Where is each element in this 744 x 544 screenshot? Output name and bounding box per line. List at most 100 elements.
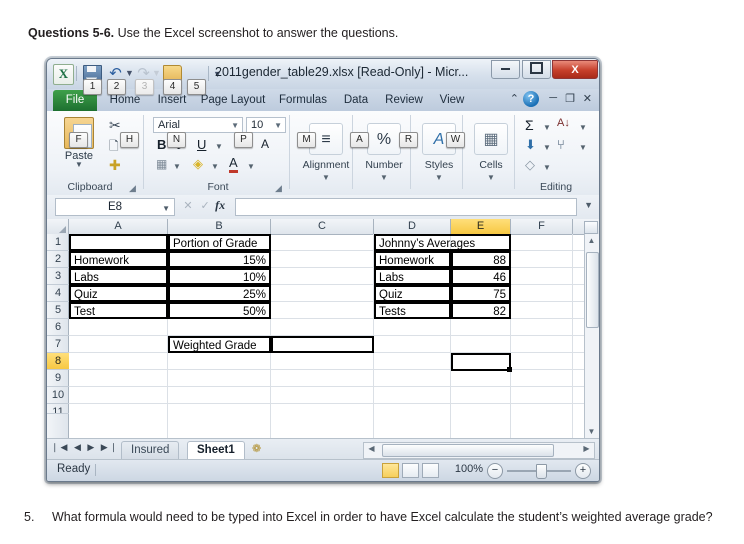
cell-B2[interactable]: 15% — [168, 251, 271, 268]
cell-A4[interactable]: Quiz — [69, 285, 168, 302]
vertical-scrollbar[interactable]: ▲ ▼ — [584, 234, 599, 439]
page-break-view-button[interactable] — [422, 463, 439, 478]
tab-formulas[interactable]: Formulas — [273, 90, 333, 111]
borders-icon[interactable]: ▦ — [156, 157, 167, 171]
sheet-tab-insured[interactable]: Insured — [121, 441, 180, 460]
cell-D3[interactable]: Labs — [374, 268, 451, 285]
row-header-7[interactable]: 7 — [47, 336, 69, 353]
horizontal-scrollbar[interactable]: ◀ ▶ — [363, 442, 595, 459]
borders-dropdown-icon[interactable]: ▼ — [173, 162, 181, 171]
sort-filter-icon[interactable]: A↓ — [557, 117, 570, 129]
cells-dropdown-icon[interactable]: ▼ — [487, 173, 495, 182]
font-color-dropdown-icon[interactable]: ▼ — [247, 162, 255, 171]
cell-area[interactable]: Portion of Grade Johnny’s Averages Homew… — [69, 234, 599, 439]
cell-D5[interactable]: Tests — [374, 302, 451, 319]
cell-D4[interactable]: Quiz — [374, 285, 451, 302]
row-header-10[interactable]: 10 — [47, 387, 69, 404]
cell-A5[interactable]: Test — [69, 302, 168, 319]
paste-dropdown-icon[interactable]: ▼ — [57, 161, 101, 169]
cell-B7[interactable]: Weighted Grade — [168, 336, 271, 353]
name-box[interactable]: E8 ▼ — [55, 198, 175, 216]
fill-icon[interactable]: ⬇ — [525, 137, 536, 153]
clear-dropdown-icon[interactable]: ▼ — [543, 163, 551, 172]
sort-filter-dropdown-icon[interactable]: ▼ — [579, 123, 587, 132]
cancel-formula-icon[interactable]: ✕ — [181, 199, 195, 212]
column-header-e[interactable]: E — [451, 219, 511, 234]
zoom-slider-thumb[interactable] — [536, 464, 547, 479]
font-size-dropdown-icon[interactable]: ▼ — [274, 118, 282, 133]
zoom-out-button[interactable]: − — [487, 463, 503, 479]
document-restore-icon[interactable]: ❐ — [565, 92, 575, 105]
font-size-input[interactable]: 10 ▼ — [246, 117, 286, 133]
number-group-button[interactable]: % — [367, 123, 401, 155]
sheet-nav-buttons[interactable]: ❘◀ ◀ ▶ ▶❘ — [51, 442, 119, 453]
column-header-c[interactable]: C — [271, 219, 374, 234]
ribbon-collapse-icon[interactable]: ⌃ — [510, 92, 519, 105]
formula-input[interactable] — [235, 198, 577, 216]
sheet-tab-sheet1[interactable]: Sheet1 — [187, 441, 245, 460]
formula-bar-expand-icon[interactable]: ▼ — [584, 200, 593, 210]
zoom-in-button[interactable]: + — [575, 463, 591, 479]
clipboard-dialog-launcher[interactable]: ◢ — [129, 183, 138, 193]
cell-C7[interactable] — [271, 336, 374, 353]
select-all-button[interactable] — [47, 219, 69, 234]
window-minimize-button[interactable] — [491, 60, 520, 79]
vertical-split-handle[interactable] — [584, 221, 598, 234]
column-header-a[interactable]: A — [69, 219, 168, 234]
cell-E5[interactable]: 82 — [451, 302, 511, 319]
new-sheet-icon[interactable]: ❁ — [252, 442, 261, 455]
cells-group-button[interactable]: ▦ — [474, 123, 508, 155]
fill-handle[interactable] — [507, 367, 512, 372]
cell-A3[interactable]: Labs — [69, 268, 168, 285]
scroll-up-icon[interactable]: ▲ — [586, 235, 597, 247]
tab-review[interactable]: Review — [379, 90, 429, 111]
enter-formula-icon[interactable]: ✓ — [198, 199, 212, 212]
cell-B3[interactable]: 10% — [168, 268, 271, 285]
cell-A1[interactable] — [69, 234, 168, 251]
font-name-input[interactable]: Arial ▼ — [153, 117, 243, 133]
fill-dropdown-icon[interactable]: ▼ — [543, 143, 551, 152]
row-header-3[interactable]: 3 — [47, 268, 69, 285]
cell-E3[interactable]: 46 — [451, 268, 511, 285]
bold-button[interactable]: B — [157, 137, 166, 152]
number-dropdown-icon[interactable]: ▼ — [380, 173, 388, 182]
insert-function-icon[interactable]: fx — [215, 198, 225, 212]
row-header-11[interactable]: 11 — [47, 404, 69, 414]
row-header-2[interactable]: 2 — [47, 251, 69, 268]
row-header-8[interactable]: 8 — [47, 353, 69, 370]
row-header-4[interactable]: 4 — [47, 285, 69, 302]
copy-icon[interactable]: 🗋 — [109, 137, 119, 158]
tab-page-layout[interactable]: Page Layout — [197, 90, 269, 111]
cell-E2[interactable]: 88 — [451, 251, 511, 268]
vertical-scroll-thumb[interactable] — [586, 252, 599, 328]
help-icon[interactable]: ? — [523, 91, 539, 107]
find-select-icon[interactable]: ⑂ — [557, 137, 565, 152]
underline-dropdown-icon[interactable]: ▼ — [215, 142, 223, 151]
format-painter-icon[interactable]: ✚ — [109, 157, 121, 174]
cell-A2[interactable]: Homework — [69, 251, 168, 268]
scroll-right-icon[interactable]: ▶ — [581, 444, 592, 455]
cell-D1[interactable]: Johnny’s Averages — [374, 234, 511, 251]
tab-view[interactable]: View — [433, 90, 471, 111]
font-dialog-launcher[interactable]: ◢ — [275, 183, 284, 193]
decrease-font-size-button[interactable]: A — [261, 137, 269, 151]
font-name-dropdown-icon[interactable]: ▼ — [231, 118, 239, 133]
cut-icon[interactable]: ✂ — [109, 117, 121, 134]
row-header-5[interactable]: 5 — [47, 302, 69, 319]
fill-color-dropdown-icon[interactable]: ▼ — [211, 162, 219, 171]
row-header-6[interactable]: 6 — [47, 319, 69, 336]
cell-D2[interactable]: Homework — [374, 251, 451, 268]
column-header-d[interactable]: D — [374, 219, 451, 234]
fill-color-icon[interactable]: ◈ — [193, 156, 203, 172]
row-header-9[interactable]: 9 — [47, 370, 69, 387]
autosum-dropdown-icon[interactable]: ▼ — [543, 123, 551, 132]
page-layout-view-button[interactable] — [402, 463, 419, 478]
cell-B4[interactable]: 25% — [168, 285, 271, 302]
tab-data[interactable]: Data — [337, 90, 375, 111]
row-header-1[interactable]: 1 — [47, 234, 69, 251]
undo-dropdown-icon[interactable]: ▼ — [125, 68, 134, 78]
document-close-icon[interactable]: ✕ — [583, 92, 592, 105]
window-close-button[interactable]: X — [552, 60, 598, 79]
styles-dropdown-icon[interactable]: ▼ — [435, 173, 443, 182]
selected-cell-E8[interactable] — [451, 353, 511, 371]
